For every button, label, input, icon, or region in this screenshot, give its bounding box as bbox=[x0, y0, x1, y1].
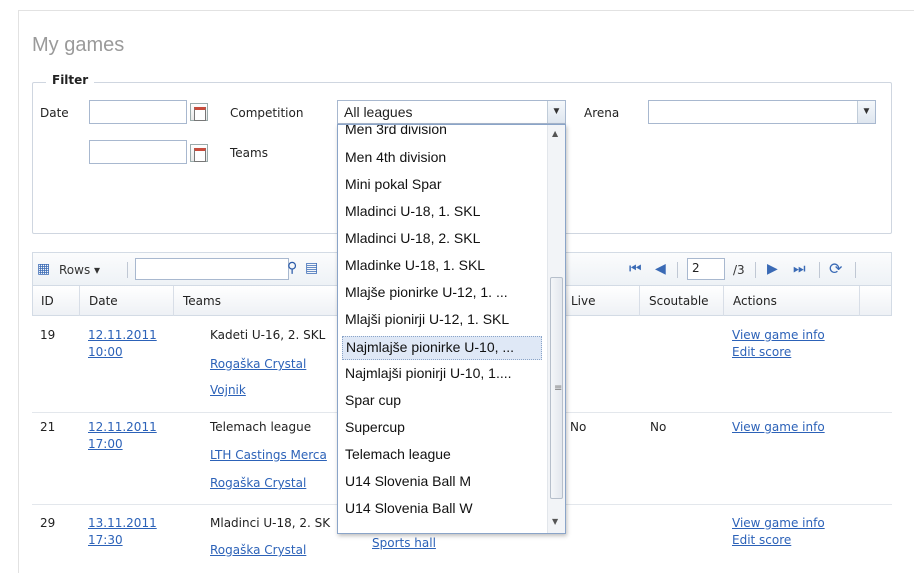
dropdown-option[interactable]: Men 3rd division bbox=[342, 125, 542, 143]
row-competition: Kadeti U-16, 2. SKL bbox=[210, 328, 326, 342]
next-page-icon[interactable]: ▶ bbox=[767, 261, 778, 277]
dropdown-option[interactable]: Mlajše pionirke U-12, 1. ... bbox=[342, 282, 542, 306]
col-id[interactable]: ID bbox=[41, 294, 54, 308]
dropdown-option[interactable]: U14 Slovenia Ball W bbox=[342, 498, 542, 522]
dropdown-scrollbar[interactable]: ▲ ≡ ▼ bbox=[547, 125, 565, 533]
row-time-link[interactable]: 17:30 bbox=[88, 533, 123, 547]
dropdown-option[interactable]: Mladinci U-18, 2. SKL bbox=[342, 228, 542, 252]
row-home-team-link[interactable]: LTH Castings Merca bbox=[210, 448, 327, 462]
grid-search-input[interactable] bbox=[135, 258, 289, 280]
rows-grid-icon: ▦ bbox=[37, 261, 51, 277]
row-live: No bbox=[570, 420, 587, 434]
col-actions[interactable]: Actions bbox=[733, 294, 777, 308]
teams-label: Teams bbox=[230, 146, 268, 160]
competition-label: Competition bbox=[230, 106, 304, 120]
last-page-icon[interactable]: ⏭ bbox=[793, 261, 806, 277]
filter-grid-icon[interactable]: ▤ bbox=[305, 260, 318, 276]
scrollbar-thumb[interactable]: ≡ bbox=[550, 277, 563, 499]
row-time-link[interactable]: 10:00 bbox=[88, 345, 123, 359]
page-total: /3 bbox=[733, 263, 745, 277]
calendar-icon[interactable] bbox=[190, 103, 208, 121]
filter-legend: Filter bbox=[46, 73, 95, 87]
calendar-icon[interactable] bbox=[190, 144, 208, 162]
prev-page-icon[interactable]: ◀ bbox=[655, 261, 666, 277]
scroll-up-icon[interactable]: ▲ bbox=[552, 129, 558, 138]
date-label: Date bbox=[40, 106, 69, 120]
view-game-info-link[interactable]: View game info bbox=[732, 516, 825, 530]
page-title: My games bbox=[32, 34, 125, 56]
dropdown-option[interactable]: U14 Slovenia Ball M bbox=[342, 471, 542, 495]
date-from-input[interactable] bbox=[89, 100, 187, 124]
view-game-info-link[interactable]: View game info bbox=[732, 328, 825, 342]
dropdown-option[interactable]: Mini pokal Spar bbox=[342, 174, 542, 198]
dropdown-option[interactable]: Mladinci U-18, 1. SKL bbox=[342, 201, 542, 225]
row-scoutable: No bbox=[650, 420, 667, 434]
first-page-icon[interactable]: ⏮ bbox=[629, 261, 642, 277]
row-away-team-link[interactable]: Vojnik bbox=[210, 383, 246, 397]
row-date-link[interactable]: 12.11.2011 bbox=[88, 420, 157, 434]
dropdown-option[interactable]: Mladinke U-18, 1. SKL bbox=[342, 255, 542, 279]
dropdown-option[interactable]: Mlajši pionirji U-12, 1. SKL bbox=[342, 309, 542, 333]
row-arena-link[interactable]: Sports hall bbox=[372, 536, 436, 550]
search-icon[interactable]: ⚲ bbox=[287, 260, 297, 276]
row-id: 29 bbox=[40, 516, 56, 530]
chevron-down-icon[interactable]: ▼ bbox=[857, 101, 875, 123]
arena-select[interactable]: ▼ bbox=[648, 100, 876, 124]
col-date[interactable]: Date bbox=[89, 294, 118, 308]
row-competition: Mladinci U-18, 2. SK bbox=[210, 516, 331, 530]
row-date-link[interactable]: 13.11.2011 bbox=[88, 516, 157, 530]
view-game-info-link[interactable]: View game info bbox=[732, 420, 825, 434]
dropdown-option[interactable]: Spar cup bbox=[342, 390, 542, 414]
grip-icon: ≡ bbox=[554, 383, 563, 394]
edit-score-link[interactable]: Edit score bbox=[732, 533, 791, 547]
rows-menu[interactable]: Rows ▾ bbox=[59, 263, 100, 277]
dropdown-option[interactable]: Supercup bbox=[342, 417, 542, 441]
edit-score-link[interactable]: Edit score bbox=[732, 345, 791, 359]
row-home-team-link[interactable]: Rogaška Crystal bbox=[210, 543, 306, 557]
arena-label: Arena bbox=[584, 106, 620, 120]
refresh-icon[interactable]: ⟳ bbox=[829, 259, 842, 278]
row-competition: Telemach league bbox=[210, 420, 312, 434]
row-id: 19 bbox=[40, 328, 56, 342]
dropdown-option[interactable]: Najmlajši pionirji U-10, 1.... bbox=[342, 363, 542, 387]
row-home-team-link[interactable]: Rogaška Crystal bbox=[210, 357, 306, 371]
col-teams[interactable]: Teams bbox=[183, 294, 221, 308]
competition-select[interactable]: All leagues ▼ bbox=[337, 100, 566, 124]
row-id: 21 bbox=[40, 420, 56, 434]
page-number-input[interactable]: 2 bbox=[687, 258, 725, 280]
competition-dropdown-list[interactable]: Men 3rd division Men 4th division Mini p… bbox=[337, 124, 566, 534]
row-away-team-link[interactable]: Rogaška Crystal bbox=[210, 476, 306, 490]
competition-value: All leagues bbox=[344, 104, 413, 120]
chevron-down-icon[interactable]: ▼ bbox=[547, 101, 565, 123]
col-live[interactable]: Live bbox=[571, 294, 596, 308]
dropdown-option[interactable]: Telemach league bbox=[342, 444, 542, 468]
col-scoutable[interactable]: Scoutable bbox=[649, 294, 709, 308]
row-time-link[interactable]: 17:00 bbox=[88, 437, 123, 451]
row-date-link[interactable]: 12.11.2011 bbox=[88, 328, 157, 342]
scroll-down-icon[interactable]: ▼ bbox=[552, 517, 558, 526]
date-to-input[interactable] bbox=[89, 140, 187, 164]
dropdown-option-selected[interactable]: Najmlajše pionirke U-10, ... bbox=[342, 336, 542, 360]
dropdown-option[interactable]: Men 4th division bbox=[342, 147, 542, 171]
